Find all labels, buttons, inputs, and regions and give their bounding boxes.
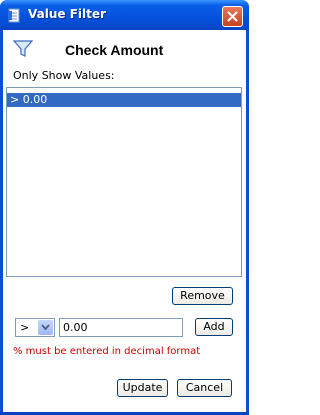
app-document-icon [7,8,21,23]
operator-value: > [20,321,30,334]
value-input[interactable] [59,318,183,337]
only-show-values-label: Only Show Values: [13,69,115,82]
dialog-body: Check Amount Only Show Values: > 0.00 Re… [3,30,246,412]
column-heading: Check Amount [65,42,164,58]
remove-button[interactable]: Remove [172,287,233,305]
filter-funnel-icon [12,40,34,58]
title-bar[interactable]: Value Filter [0,0,249,30]
update-button[interactable]: Update [117,379,168,397]
close-icon [227,11,238,22]
dropdown-arrow[interactable] [38,320,53,335]
close-button[interactable] [222,6,243,27]
window-title: Value Filter [28,7,106,21]
add-button[interactable]: Add [195,318,233,336]
decimal-format-hint: % must be entered in decimal format [13,346,201,357]
chevron-down-icon [41,324,50,331]
filter-values-list[interactable]: > 0.00 [6,87,242,277]
operator-select[interactable]: > [15,318,55,337]
value-filter-window: Value Filter Check Amount Only Show Valu… [0,0,249,415]
list-item-selected[interactable]: > 0.00 [7,93,241,107]
cancel-button[interactable]: Cancel [177,379,232,397]
